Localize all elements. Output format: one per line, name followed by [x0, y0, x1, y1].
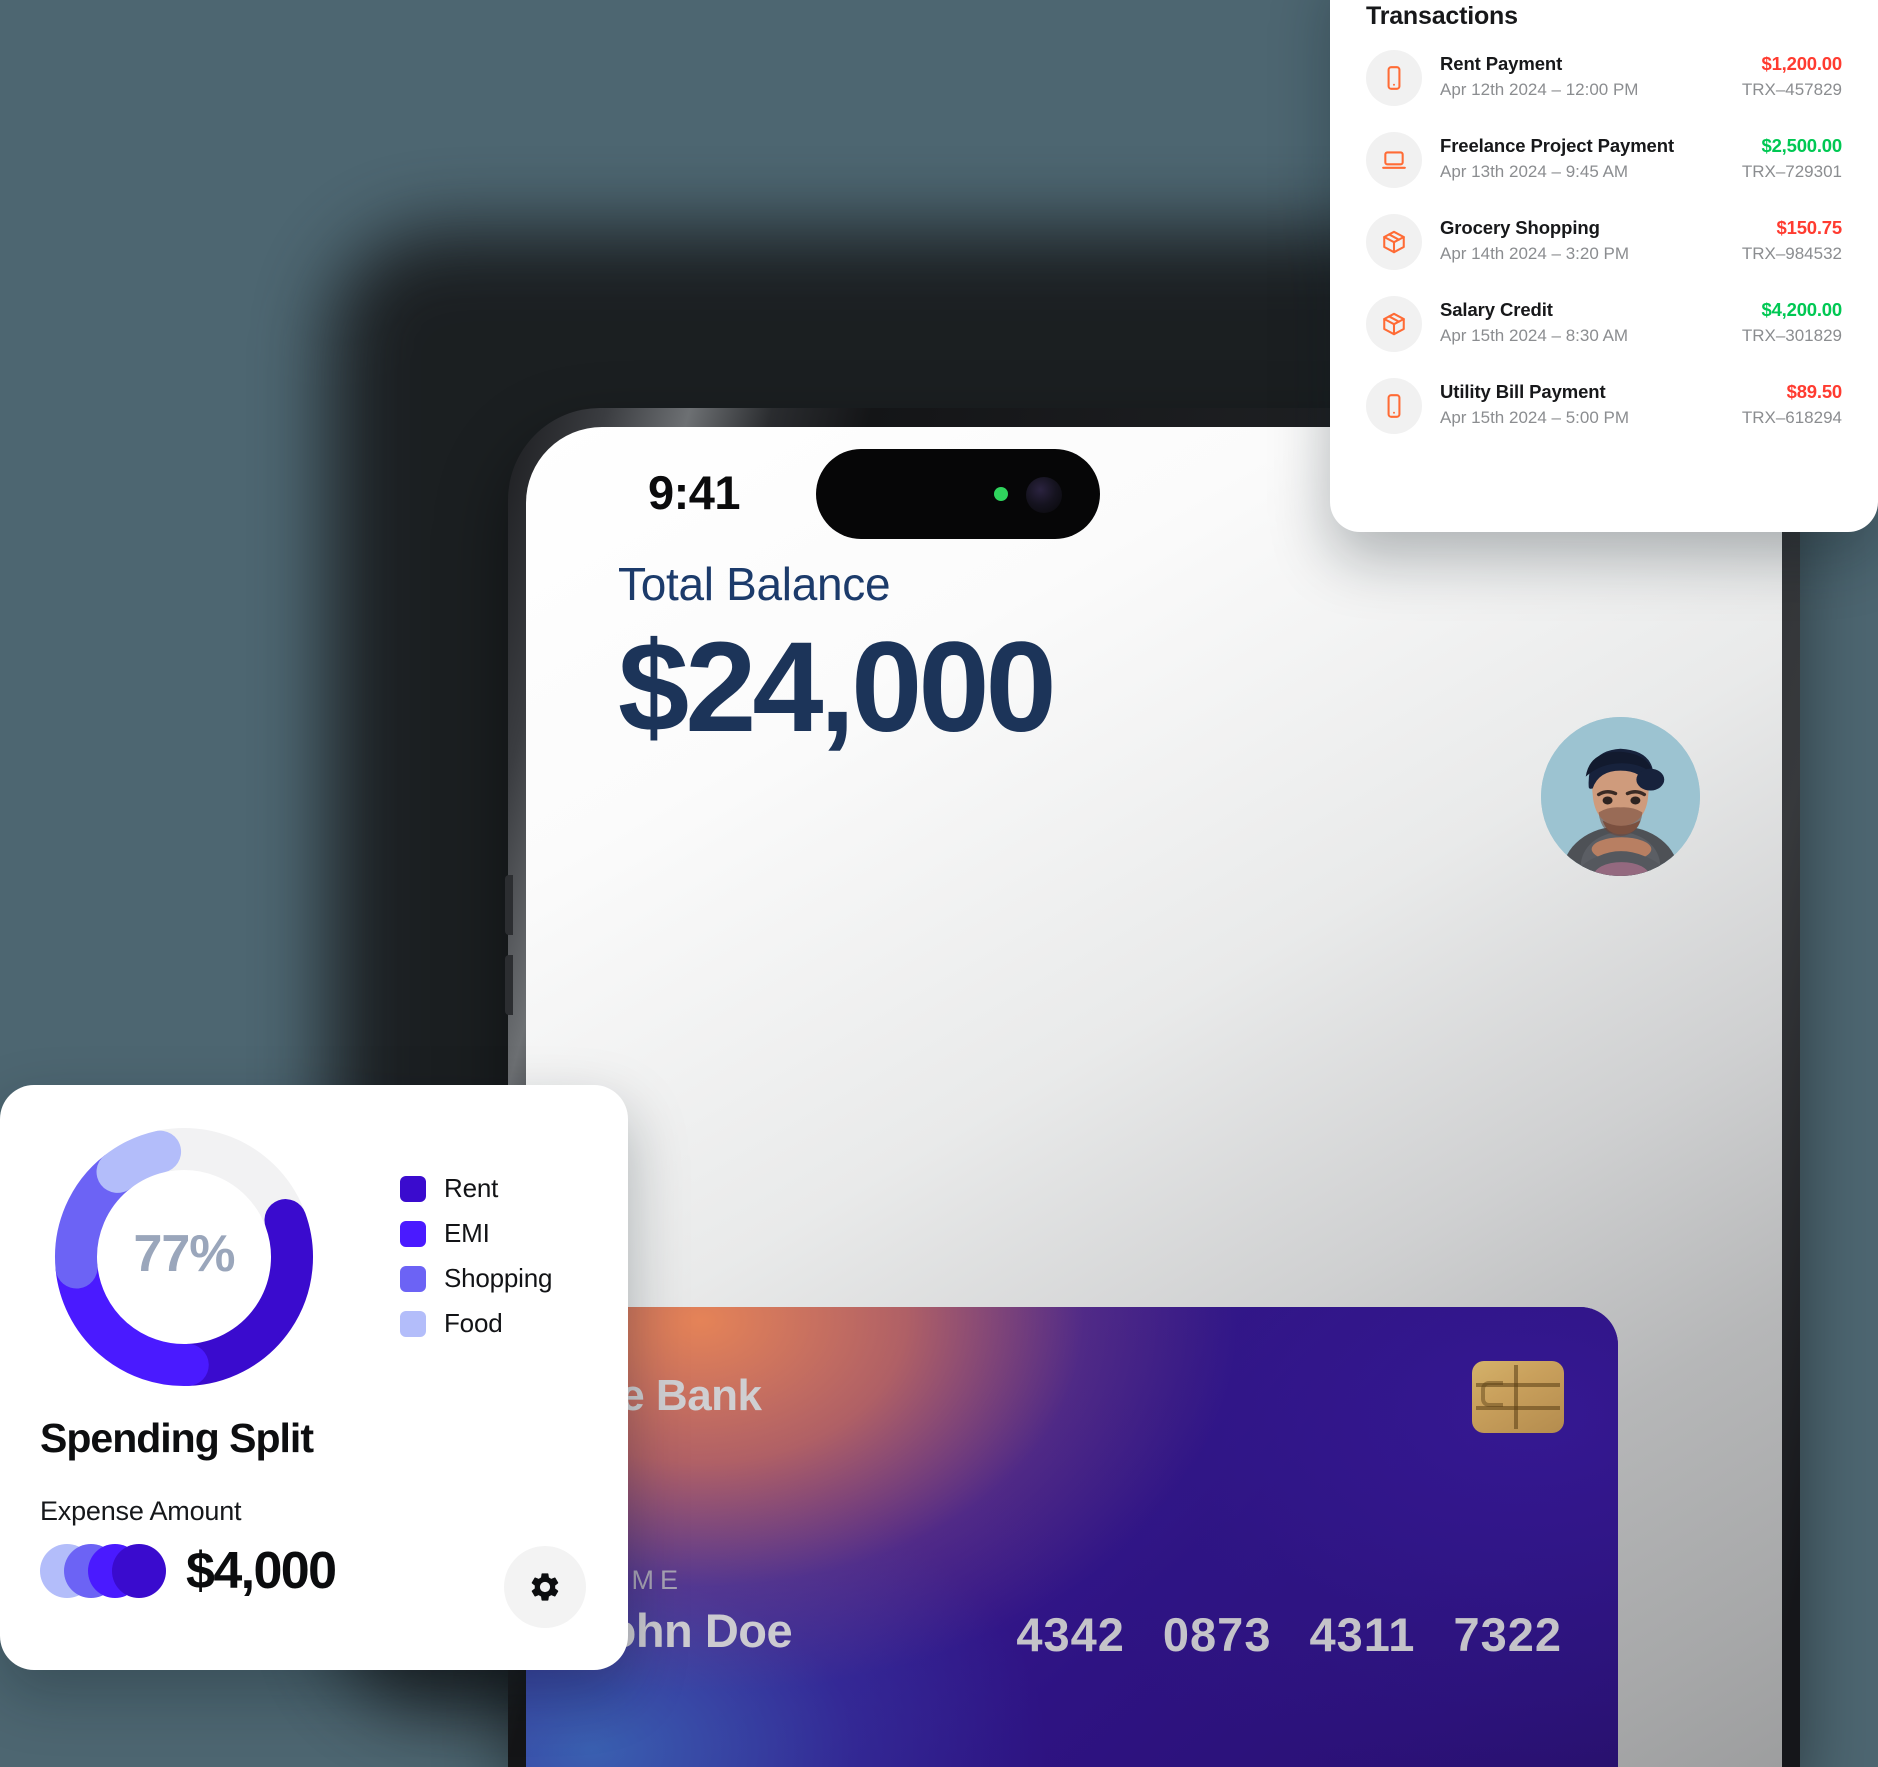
transaction-row[interactable]: Salary Credit Apr 15th 2024 – 8:30 AM $4,2… [1366, 283, 1842, 365]
transaction-details: Freelance Project Payment Apr 13th 2024 –… [1440, 134, 1724, 185]
transaction-id: TRX–984532 [1741, 244, 1842, 264]
transaction-row[interactable]: Utility Bill Payment Apr 15th 2024 – 5:00… [1366, 365, 1842, 447]
package-icon [1366, 214, 1422, 270]
legend-item[interactable]: Rent [400, 1173, 552, 1204]
transaction-name: Salary Credit [1440, 299, 1553, 321]
avatar-photo [1541, 717, 1700, 876]
transaction-amount: $89.50 [1786, 381, 1843, 403]
status-bar-clock: 9:41 [648, 466, 741, 519]
transaction-amount: $2,500.00 [1761, 135, 1842, 157]
card-number-group: 4342 [1016, 1608, 1125, 1661]
legend-item[interactable]: Food [400, 1308, 552, 1339]
legend-swatch-icon [400, 1265, 426, 1292]
laptop-icon [1366, 132, 1422, 188]
credit-card[interactable]: We Bank NAME John Doe 4342 0873 4311 732… [526, 1307, 1618, 1767]
spending-split-title: Spending Split [40, 1415, 314, 1461]
card-number: 4342 0873 4311 7322 [1016, 1607, 1562, 1662]
transaction-id: TRX–618294 [1741, 408, 1842, 428]
legend-swatch-icon [400, 1175, 426, 1202]
spending-split-card: 77% Rent EMI Shopping Food Spending Split E… [0, 1085, 628, 1670]
transactions-title: Transactions [1366, 2, 1518, 30]
transaction-date: Apr 12th 2024 – 12:00 PM [1440, 80, 1639, 100]
camera-active-indicator-icon [994, 487, 1008, 501]
transactions-panel: Transactions Rent Payment Apr 12th 2024 –… [1330, 0, 1878, 532]
transaction-details: Grocery Shopping Apr 14th 2024 – 3:20 PM [1440, 216, 1724, 267]
transaction-meta: $2,500.00 TRX–729301 [1742, 134, 1842, 185]
transaction-meta: $1,200.00 TRX–457829 [1742, 52, 1842, 103]
transaction-id: TRX–729301 [1741, 162, 1842, 182]
total-balance-amount: $24,000 [618, 616, 1057, 759]
legend-item[interactable]: Shopping [400, 1263, 552, 1294]
phone-screen: 9:41 Total Balance $24,000 We Bank NAME … [526, 427, 1782, 1767]
legend-swatch-icon [400, 1310, 426, 1337]
donut-center-percent: 77% [133, 1225, 235, 1283]
expense-color-dots [40, 1544, 168, 1598]
expense-amount-label: Expense Amount [40, 1496, 242, 1526]
transaction-id: TRX–457829 [1741, 80, 1842, 100]
phone-volume-up-button[interactable] [505, 875, 513, 935]
transaction-details: Salary Credit Apr 15th 2024 – 8:30 AM [1440, 298, 1724, 349]
front-camera-icon [1026, 477, 1062, 513]
transactions-list: Rent Payment Apr 12th 2024 – 12:00 PM $1,2… [1366, 37, 1842, 447]
spending-donut-chart: 77% [48, 1121, 320, 1393]
card-number-group: 4311 [1309, 1608, 1416, 1661]
gear-icon [531, 1573, 559, 1601]
transaction-date: Apr 15th 2024 – 8:30 AM [1440, 326, 1629, 346]
total-balance-label: Total Balance [618, 558, 891, 610]
transaction-name: Rent Payment [1440, 53, 1563, 75]
expense-dot [112, 1544, 166, 1598]
transaction-date: Apr 14th 2024 – 3:20 PM [1440, 244, 1630, 264]
avatar[interactable] [1541, 717, 1700, 876]
transaction-date: Apr 15th 2024 – 5:00 PM [1440, 408, 1630, 428]
legend-label: Shopping [444, 1263, 553, 1293]
smartphone-icon [1366, 50, 1422, 106]
transaction-id: TRX–301829 [1741, 326, 1842, 346]
transaction-meta: $150.75 TRX–984532 [1742, 216, 1842, 267]
emv-chip-icon [1472, 1361, 1564, 1433]
expense-amount-value: $4,000 [186, 1542, 337, 1600]
transaction-details: Utility Bill Payment Apr 15th 2024 – 5:00… [1440, 380, 1724, 431]
smartphone-icon [1366, 378, 1422, 434]
transaction-row[interactable]: Rent Payment Apr 12th 2024 – 12:00 PM $1,2… [1366, 37, 1842, 119]
transaction-amount: $4,200.00 [1761, 299, 1842, 321]
transaction-date: Apr 13th 2024 – 9:45 AM [1440, 162, 1629, 182]
settings-button[interactable] [504, 1546, 586, 1628]
legend-label: Rent [444, 1173, 499, 1203]
donut-legend: Rent EMI Shopping Food [400, 1173, 552, 1353]
donut-chart-area: 77% Rent EMI Shopping Food [40, 1121, 588, 1393]
transaction-row[interactable]: Grocery Shopping Apr 14th 2024 – 3:20 PM $… [1366, 201, 1842, 283]
transaction-meta: $4,200.00 TRX–301829 [1742, 298, 1842, 349]
card-number-group: 7322 [1453, 1608, 1562, 1661]
transaction-amount: $150.75 [1776, 217, 1843, 239]
phone-volume-down-button[interactable] [505, 955, 513, 1015]
transaction-meta: $89.50 TRX–618294 [1742, 380, 1842, 431]
transaction-name: Utility Bill Payment [1440, 381, 1606, 403]
legend-label: Food [444, 1308, 503, 1338]
dynamic-island [816, 449, 1100, 539]
transaction-row[interactable]: Freelance Project Payment Apr 13th 2024 –… [1366, 119, 1842, 201]
legend-swatch-icon [400, 1220, 426, 1247]
legend-item[interactable]: EMI [400, 1218, 552, 1249]
screenshot-canvas: 9:41 Total Balance $24,000 We Bank NAME … [0, 0, 1878, 1767]
transaction-name: Freelance Project Payment [1440, 135, 1674, 157]
legend-label: EMI [444, 1218, 490, 1248]
transaction-details: Rent Payment Apr 12th 2024 – 12:00 PM [1440, 52, 1724, 103]
transaction-name: Grocery Shopping [1440, 217, 1600, 239]
card-number-group: 0873 [1162, 1608, 1272, 1661]
package-icon [1366, 296, 1422, 352]
transaction-amount: $1,200.00 [1761, 53, 1842, 75]
